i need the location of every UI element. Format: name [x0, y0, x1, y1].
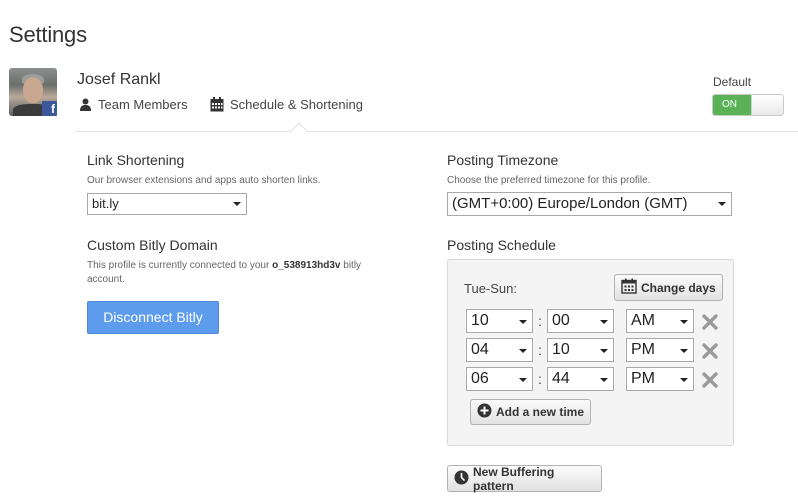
chevron-down-icon — [519, 320, 527, 324]
toggle-on-label: ON — [713, 95, 751, 115]
active-tab-indicator — [290, 122, 308, 140]
hour-value: 06 — [471, 370, 489, 387]
tab-schedule-shortening-label: Schedule & Shortening — [230, 97, 363, 112]
minute-value: 44 — [552, 370, 570, 387]
new-buffering-pattern-button[interactable]: New Buffering pattern — [447, 464, 602, 493]
timezone-description: Choose the preferred timezone for this p… — [447, 175, 651, 186]
period-value: PM — [631, 341, 655, 358]
period-select[interactable]: PM — [626, 367, 694, 391]
bitly-description-suffix: bitly — [340, 260, 362, 271]
facebook-icon: f — [42, 101, 57, 116]
chevron-down-icon — [718, 202, 726, 206]
default-label: Default — [713, 75, 752, 89]
change-days-button[interactable]: Change days — [614, 274, 723, 301]
add-new-time-label: Add a new time — [496, 405, 585, 419]
timezone-title: Posting Timezone — [447, 152, 559, 168]
bitly-account-name: o_538913hd3v — [272, 260, 341, 271]
calendar-icon — [210, 97, 224, 112]
tab-schedule-shortening[interactable]: Schedule & Shortening — [210, 97, 363, 112]
period-value: PM — [631, 370, 655, 387]
posting-schedule-panel: Tue-Sun: Change days 10 : 00 AM 04 : 10 … — [447, 259, 734, 446]
bitly-domain-title: Custom Bitly Domain — [87, 237, 218, 253]
bitly-domain-description: This profile is currently connected to y… — [87, 259, 407, 287]
add-new-time-button[interactable]: Add a new time — [470, 399, 592, 425]
header-divider — [76, 131, 798, 132]
tab-team-members-label: Team Members — [98, 97, 188, 112]
minute-value: 00 — [552, 312, 570, 329]
profile-name: Josef Rankl — [77, 71, 161, 88]
bitly-description-line2: account. — [87, 274, 125, 285]
remove-time-icon[interactable] — [702, 343, 718, 359]
chevron-down-icon — [519, 378, 527, 382]
time-separator: : — [538, 313, 542, 329]
clock-icon — [454, 470, 469, 488]
period-select[interactable]: AM — [626, 309, 694, 333]
chevron-down-icon — [600, 320, 608, 324]
tab-team-members[interactable]: Team Members — [79, 97, 188, 112]
timezone-select[interactable]: (GMT+0:00) Europe/London (GMT) — [447, 192, 732, 216]
period-select[interactable]: PM — [626, 338, 694, 362]
time-separator: : — [538, 371, 542, 387]
chevron-down-icon — [600, 378, 608, 382]
posting-schedule-title: Posting Schedule — [447, 237, 556, 253]
minute-value: 10 — [552, 341, 570, 358]
plus-circle-icon — [477, 403, 492, 421]
default-toggle[interactable]: ON — [712, 94, 784, 116]
timezone-value: (GMT+0:00) Europe/London (GMT) — [452, 195, 688, 212]
remove-time-icon[interactable] — [702, 314, 718, 330]
remove-time-icon[interactable] — [702, 372, 718, 388]
bitly-description-text: This profile is currently connected to y… — [87, 260, 273, 271]
period-value: AM — [631, 312, 655, 329]
chevron-down-icon — [233, 202, 241, 206]
toggle-knob — [751, 95, 783, 115]
hour-value: 10 — [471, 312, 489, 329]
minute-select[interactable]: 44 — [547, 367, 614, 391]
hour-select[interactable]: 04 — [466, 338, 533, 362]
days-label: Tue-Sun: — [464, 281, 517, 296]
time-separator: : — [538, 342, 542, 358]
minute-select[interactable]: 10 — [547, 338, 614, 362]
user-icon — [79, 98, 92, 111]
link-shortener-value: bit.ly — [92, 196, 119, 211]
chevron-down-icon — [680, 349, 688, 353]
page-title: Settings — [9, 22, 87, 47]
chevron-down-icon — [680, 320, 688, 324]
new-buffering-pattern-label: New Buffering pattern — [473, 464, 555, 493]
chevron-down-icon — [600, 349, 608, 353]
link-shortener-select[interactable]: bit.ly — [87, 193, 247, 215]
link-shortening-description: Our browser extensions and apps auto sho… — [87, 175, 321, 186]
calendar-icon — [621, 278, 637, 297]
hour-select[interactable]: 06 — [466, 367, 533, 391]
minute-select[interactable]: 00 — [547, 309, 614, 333]
disconnect-bitly-button[interactable]: Disconnect Bitly — [87, 301, 219, 334]
change-days-label: Change days — [641, 280, 716, 295]
hour-value: 04 — [471, 341, 489, 358]
chevron-down-icon — [519, 349, 527, 353]
chevron-down-icon — [680, 378, 688, 382]
link-shortening-title: Link Shortening — [87, 152, 185, 168]
hour-select[interactable]: 10 — [466, 309, 533, 333]
